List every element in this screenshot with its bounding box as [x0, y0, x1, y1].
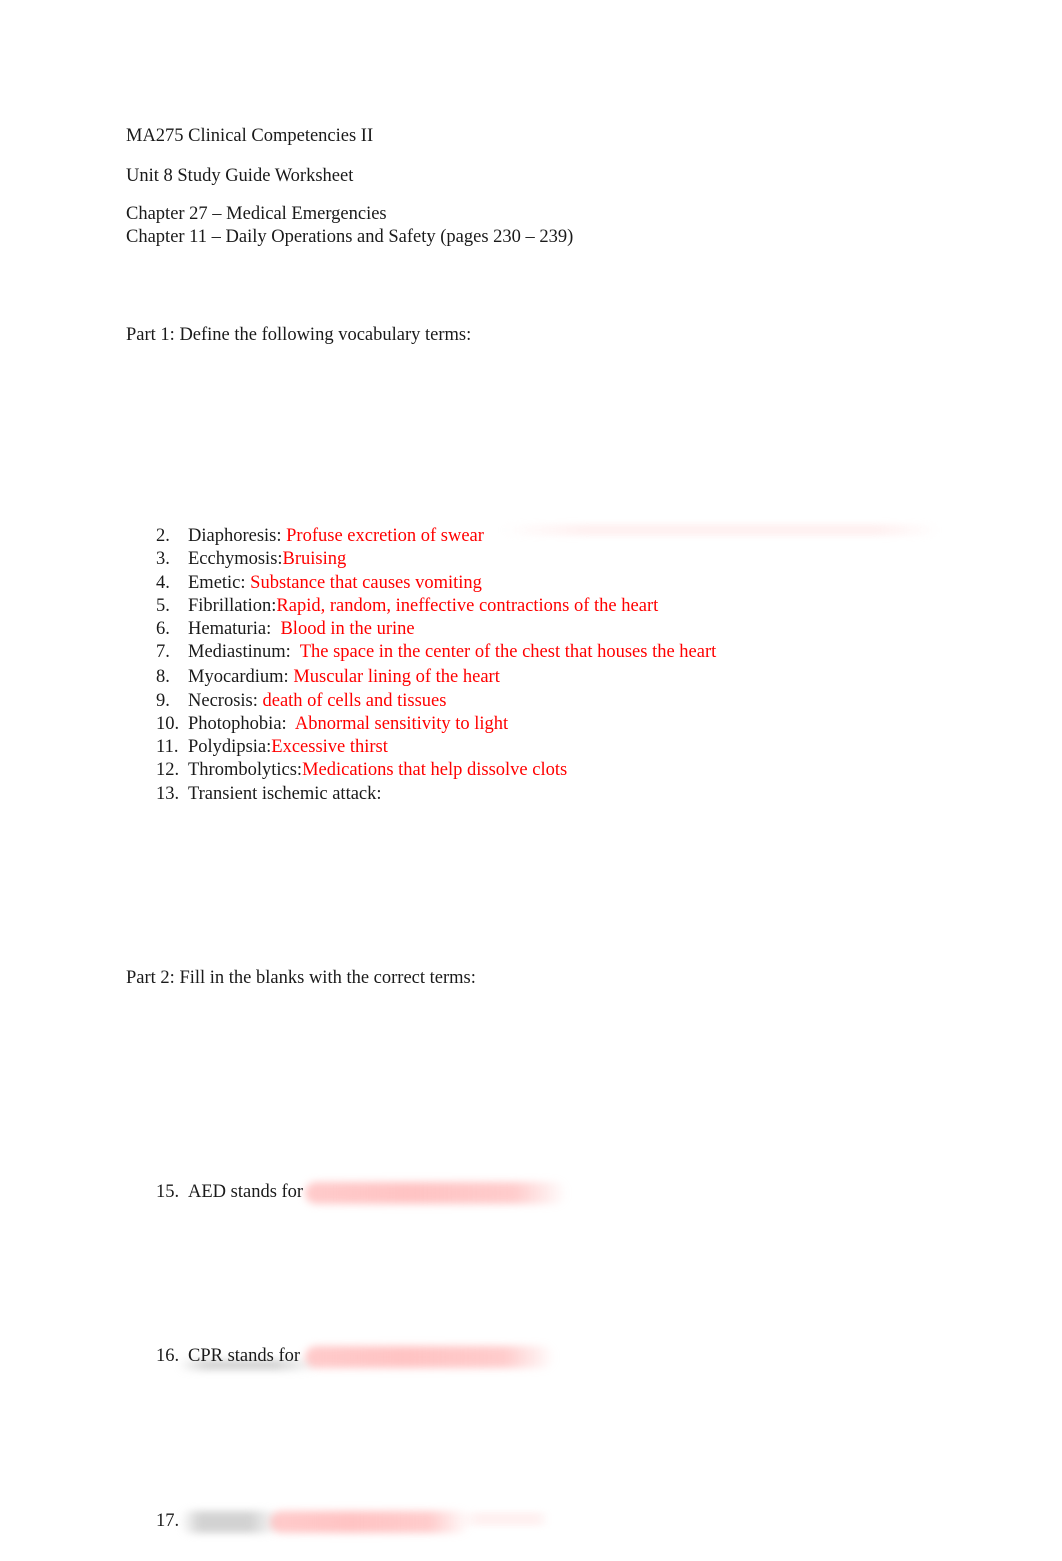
- vocab-term: Mediastinum:: [188, 642, 300, 662]
- vocab-term: Necrosis:: [188, 691, 263, 711]
- fill-in-prompt: AED stands for: [188, 1182, 304, 1202]
- item-number: 9.: [156, 691, 170, 711]
- vocab-item: 13. Transient ischemic attack:: [156, 783, 382, 805]
- item-number: 17.: [156, 1511, 180, 1531]
- vocab-term: Thrombolytics:: [188, 760, 303, 780]
- fill-in-item: 17.: [156, 1510, 188, 1532]
- vocab-answer: Excessive thirst: [271, 737, 388, 757]
- vocab-answer: The space in the center of the chest tha…: [299, 642, 717, 662]
- vocab-item: 8. Myocardium: Muscular lining of the hea…: [156, 666, 500, 688]
- vocab-item: 7. Mediastinum: The space in the center o…: [156, 641, 716, 663]
- item-number: 6.: [156, 619, 170, 639]
- vocab-term: Photophobia:: [188, 714, 295, 734]
- chapter-27-title: Chapter 27 – Medical Emergencies: [126, 204, 387, 224]
- vocab-answer: death of cells and tissues: [262, 691, 447, 711]
- vocab-term: Ecchymosis:: [188, 549, 283, 569]
- vocab-term: Hematuria:: [188, 619, 281, 639]
- vocab-term: Fibrillation:: [188, 596, 277, 616]
- item-number: 2.: [156, 526, 170, 546]
- item-number: 7.: [156, 642, 170, 662]
- vocab-answer: Abnormal sensitivity to light: [294, 714, 509, 734]
- redacted-blur: [305, 1346, 555, 1368]
- vocab-term: Polydipsia:: [188, 737, 272, 757]
- vocab-item: 2. Diaphoresis: Profuse excretion of swea…: [156, 525, 484, 547]
- item-number: 11.: [156, 737, 179, 757]
- redacted-blur: [270, 1511, 470, 1533]
- vocab-item: 11. Polydipsia:Excessive thirst: [156, 736, 388, 758]
- item-number: 13.: [156, 784, 180, 804]
- worksheet-title: Unit 8 Study Guide Worksheet: [126, 166, 354, 186]
- redacted-blur: [500, 524, 940, 536]
- vocab-answer: Bruising: [282, 549, 347, 569]
- chapter-11-title: Chapter 11 – Daily Operations and Safety…: [126, 227, 574, 247]
- item-number: 5.: [156, 596, 170, 616]
- vocab-item: 4. Emetic: Substance that causes vomiting: [156, 572, 482, 594]
- vocab-term: Diaphoresis:: [188, 526, 287, 546]
- item-number: 8.: [156, 667, 170, 687]
- part1-heading: Part 1: Define the following vocabulary …: [126, 325, 472, 345]
- vocab-answer: Medications that help dissolve clots: [302, 760, 568, 780]
- item-number: 3.: [156, 549, 170, 569]
- item-number: 15.: [156, 1182, 180, 1202]
- vocab-item: 6. Hematuria: Blood in the urine: [156, 618, 415, 640]
- fill-in-item: 15. AED stands for: [156, 1181, 303, 1203]
- course-title: MA275 Clinical Competencies II: [126, 126, 374, 146]
- vocab-term: Emetic:: [188, 573, 251, 593]
- vocab-item: 10. Photophobia: Abnormal sensitivity to …: [156, 713, 508, 735]
- vocab-item: 3. Ecchymosis:Bruising: [156, 548, 346, 570]
- vocab-answer: Profuse excretion of swear: [286, 526, 484, 546]
- redacted-blur: [305, 1182, 567, 1204]
- vocab-answer: Substance that causes vomiting: [250, 573, 482, 593]
- vocab-answer: Blood in the urine: [280, 619, 415, 639]
- item-number: 4.: [156, 573, 170, 593]
- vocab-answer: Rapid, random, ineffective contractions …: [276, 596, 659, 616]
- vocab-term: Myocardium:: [188, 667, 294, 687]
- fill-in-item: 16. CPR stands for: [156, 1345, 300, 1367]
- redacted-blur: [180, 1511, 280, 1533]
- part2-heading: Part 2: Fill in the blanks with the corr…: [126, 968, 476, 988]
- vocab-term: Transient ischemic attack:: [188, 784, 382, 804]
- item-number: 12.: [156, 760, 180, 780]
- vocab-item: 9. Necrosis: death of cells and tissues: [156, 690, 446, 712]
- item-number: 16.: [156, 1346, 180, 1366]
- vocab-item: 12. Thrombolytics:Medications that help d…: [156, 759, 567, 781]
- redacted-blur: [460, 1512, 550, 1526]
- vocab-item: 5. Fibrillation:Rapid, random, ineffectiv…: [156, 595, 658, 617]
- vocab-answer: Muscular lining of the heart: [293, 667, 500, 687]
- fill-in-prompt: CPR stands for: [188, 1346, 301, 1366]
- item-number: 10.: [156, 714, 180, 734]
